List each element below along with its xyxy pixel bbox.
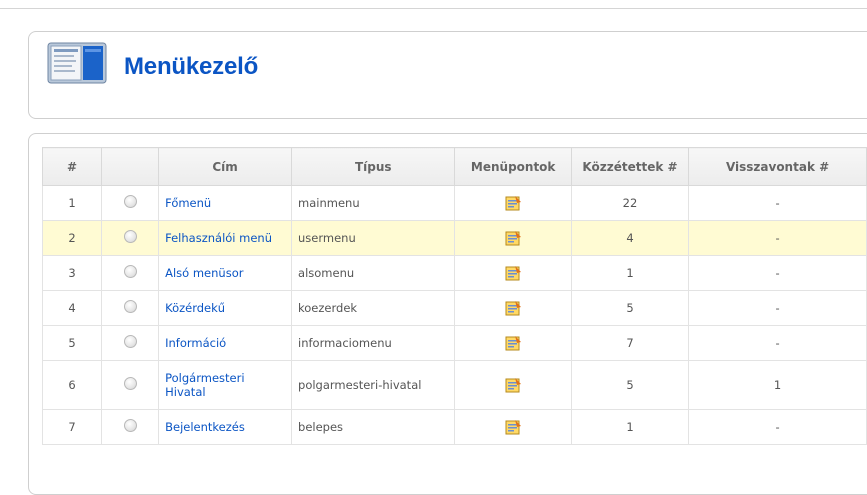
table-row: 5 Információ informaciomenu 7 - (42, 325, 867, 361)
menu-title-link[interactable]: Közérdekű (165, 301, 225, 315)
col-header-published: Közzétettek # (570, 147, 690, 186)
menu-type: informaciomenu (291, 325, 456, 361)
menu-manager-icon (47, 42, 107, 84)
unpublished-count: - (688, 255, 867, 291)
row-select-radio[interactable] (123, 195, 137, 208)
menu-title-link[interactable]: Polgármesteri Hivatal (165, 371, 244, 399)
unpublished-count: 1 (688, 360, 867, 410)
page-title: Menükezelő (124, 53, 259, 80)
edit-menu-items-icon[interactable] (504, 264, 522, 282)
row-number: 3 (42, 255, 102, 291)
unpublished-count: - (688, 409, 867, 445)
menu-type: usermenu (291, 220, 456, 256)
published-count: 22 (570, 185, 690, 221)
page-header: Menükezelő (28, 31, 867, 119)
menu-type: mainmenu (291, 185, 456, 221)
edit-menu-items-icon[interactable] (504, 229, 522, 247)
table-row: 2 Felhasználói menü usermenu 4 - (42, 220, 867, 256)
row-number: 4 (42, 290, 102, 326)
edit-menu-items-icon[interactable] (504, 334, 522, 352)
table-row: 4 Közérdekű koezerdek 5 - (42, 290, 867, 326)
col-header-select (100, 147, 160, 186)
edit-menu-items-icon[interactable] (504, 194, 522, 212)
table-row: 6 Polgármesteri Hivatal polgarmesteri-hi… (42, 360, 867, 410)
menu-title-link[interactable]: Bejelentkezés (165, 420, 245, 434)
unpublished-count: - (688, 325, 867, 361)
menu-title-link[interactable]: Főmenü (165, 196, 211, 210)
table-row: 1 Főmenü mainmenu 22 - (42, 185, 867, 221)
col-header-title[interactable]: Cím (158, 147, 293, 186)
edit-menu-items-icon[interactable] (504, 418, 522, 436)
row-select-radio[interactable] (123, 230, 137, 243)
edit-menu-items-icon[interactable] (504, 376, 522, 394)
row-number: 1 (42, 185, 102, 221)
published-count: 1 (570, 409, 690, 445)
unpublished-count: - (688, 220, 867, 256)
col-header-number[interactable]: # (42, 147, 102, 186)
row-select-radio[interactable] (123, 335, 137, 348)
table-header-row: # Cím Típus Menüpontok Közzétettek # Vis… (42, 147, 867, 186)
col-header-type[interactable]: Típus (291, 147, 456, 186)
unpublished-count: - (688, 290, 867, 326)
row-number: 5 (42, 325, 102, 361)
menu-table: # Cím Típus Menüpontok Közzétettek # Vis… (42, 147, 867, 445)
table-row: 3 Alsó menüsor alsomenu 1 - (42, 255, 867, 291)
menu-title-link[interactable]: Felhasználói menü (165, 231, 272, 245)
table-row: 7 Bejelentkezés belepes 1 - (42, 409, 867, 445)
row-select-radio[interactable] (123, 419, 137, 432)
published-count: 7 (570, 325, 690, 361)
published-count: 5 (570, 360, 690, 410)
row-number: 6 (42, 360, 102, 410)
top-border (0, 0, 867, 9)
row-number: 7 (42, 409, 102, 445)
published-count: 1 (570, 255, 690, 291)
row-number: 2 (42, 220, 102, 256)
row-select-radio[interactable] (123, 300, 137, 313)
published-count: 5 (570, 290, 690, 326)
menu-title-link[interactable]: Információ (165, 336, 226, 350)
menu-type: belepes (291, 409, 456, 445)
col-header-unpublished: Visszavontak # (688, 147, 867, 186)
edit-menu-items-icon[interactable] (504, 299, 522, 317)
menu-title-link[interactable]: Alsó menüsor (165, 266, 243, 280)
col-header-menu-items: Menüpontok (454, 147, 572, 186)
menu-type: koezerdek (291, 290, 456, 326)
menu-type: alsomenu (291, 255, 456, 291)
row-select-radio[interactable] (123, 265, 137, 278)
unpublished-count: - (688, 185, 867, 221)
menu-type: polgarmesteri-hivatal (291, 360, 456, 410)
published-count: 4 (570, 220, 690, 256)
row-select-radio[interactable] (123, 377, 137, 390)
